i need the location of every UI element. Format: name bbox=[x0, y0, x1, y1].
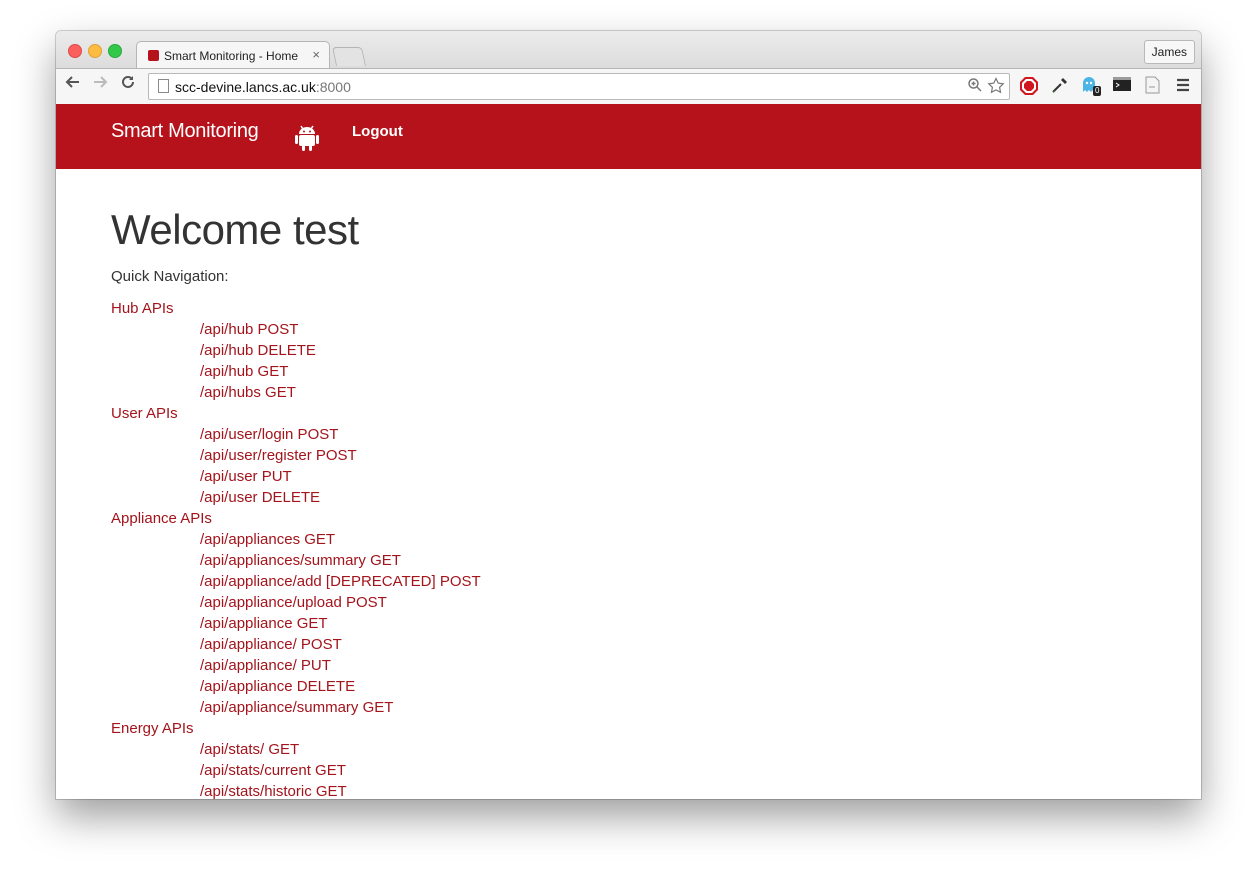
api-endpoint-link[interactable]: /api/user/login POST bbox=[111, 424, 1161, 445]
tab-smart-monitoring[interactable]: Smart Monitoring - Home × bbox=[136, 41, 330, 69]
minimize-window-button[interactable] bbox=[88, 44, 102, 58]
page-title: Welcome test bbox=[111, 206, 359, 253]
nav-group-link[interactable]: Appliance APIs bbox=[111, 508, 1161, 529]
tab-strip: Smart Monitoring - Home × James bbox=[56, 31, 1201, 69]
browser-window: Smart Monitoring - Home × James scc-devi… bbox=[56, 31, 1201, 799]
main-content: Welcome test Quick Navigation: Hub APIs /… bbox=[111, 206, 1161, 800]
logout-link[interactable]: Logout bbox=[352, 123, 403, 140]
quick-navigation-label: Quick Navigation: bbox=[111, 268, 229, 285]
android-icon[interactable] bbox=[294, 122, 320, 152]
tab-close-icon[interactable]: × bbox=[312, 47, 320, 62]
api-endpoint-link[interactable]: /api/appliances/summary GET bbox=[111, 550, 1161, 571]
quick-navigation-list: Hub APIs/api/hub POST/api/hub DELETE/api… bbox=[111, 298, 1161, 799]
close-window-button[interactable] bbox=[68, 44, 82, 58]
ghostery-icon[interactable]: 0 bbox=[1081, 76, 1103, 96]
api-endpoint-link[interactable]: /api/appliance GET bbox=[111, 613, 1161, 634]
site-navbar: Smart Monitoring Logout bbox=[56, 104, 1201, 169]
api-endpoint-link[interactable]: /api/appliance/add [DEPRECATED] POST bbox=[111, 571, 1161, 592]
new-tab-button[interactable] bbox=[331, 47, 367, 66]
nav-group-link[interactable]: Energy APIs bbox=[111, 718, 1161, 739]
menu-icon[interactable] bbox=[1175, 77, 1193, 95]
reload-icon[interactable] bbox=[120, 74, 136, 95]
eyedropper-icon[interactable] bbox=[1051, 76, 1069, 94]
api-endpoint-link[interactable]: /api/user PUT bbox=[111, 466, 1161, 487]
brand-link[interactable]: Smart Monitoring bbox=[111, 120, 259, 143]
terminal-icon[interactable] bbox=[1113, 76, 1131, 94]
api-endpoint-link[interactable]: /api/appliance/ POST bbox=[111, 634, 1161, 655]
forward-arrow-icon[interactable] bbox=[92, 74, 108, 95]
zoom-icon[interactable] bbox=[967, 77, 983, 97]
api-endpoint-link[interactable]: /api/appliance/summary GET bbox=[111, 697, 1161, 718]
api-endpoint-link[interactable]: /api/stats/current GET bbox=[111, 760, 1161, 781]
browser-toolbar: scc-devine.lancs.ac.uk:8000 0 bbox=[56, 68, 1201, 105]
back-arrow-icon[interactable] bbox=[65, 74, 81, 95]
tex-icon[interactable] bbox=[1144, 76, 1162, 94]
api-endpoint-link[interactable]: /api/appliances GET bbox=[111, 529, 1161, 550]
extension-badge: 0 bbox=[1093, 86, 1102, 96]
tab-title: Smart Monitoring - Home bbox=[164, 49, 299, 63]
api-endpoint-link[interactable]: /api/stats/ GET bbox=[111, 739, 1161, 760]
profile-button[interactable]: James bbox=[1143, 40, 1195, 64]
api-endpoint-link[interactable]: /api/hub GET bbox=[111, 361, 1161, 382]
maximize-window-button[interactable] bbox=[108, 44, 122, 58]
page-icon bbox=[158, 79, 169, 93]
api-endpoint-link[interactable]: /api/hub DELETE bbox=[111, 340, 1161, 361]
api-endpoint-link[interactable]: /api/user DELETE bbox=[111, 487, 1161, 508]
api-endpoint-link[interactable]: /api/hubs GET bbox=[111, 382, 1161, 403]
api-endpoint-link[interactable]: /api/user/register POST bbox=[111, 445, 1161, 466]
api-endpoint-link[interactable]: /api/appliance DELETE bbox=[111, 676, 1161, 697]
nav-group-link[interactable]: User APIs bbox=[111, 403, 1161, 424]
api-endpoint-link[interactable]: /api/appliance/ PUT bbox=[111, 655, 1161, 676]
api-endpoint-link[interactable]: /api/appliance/upload POST bbox=[111, 592, 1161, 613]
api-endpoint-link[interactable]: /api/hub POST bbox=[111, 319, 1161, 340]
api-endpoint-link[interactable]: /api/stats/historic GET bbox=[111, 781, 1161, 799]
address-bar[interactable]: scc-devine.lancs.ac.uk:8000 bbox=[148, 73, 1010, 100]
bookmark-star-icon[interactable] bbox=[987, 77, 1005, 99]
url-text[interactable]: scc-devine.lancs.ac.uk:8000 bbox=[175, 79, 351, 95]
adblock-icon[interactable] bbox=[1019, 76, 1038, 95]
site-favicon-icon bbox=[148, 50, 159, 61]
nav-group-link[interactable]: Hub APIs bbox=[111, 298, 1161, 319]
